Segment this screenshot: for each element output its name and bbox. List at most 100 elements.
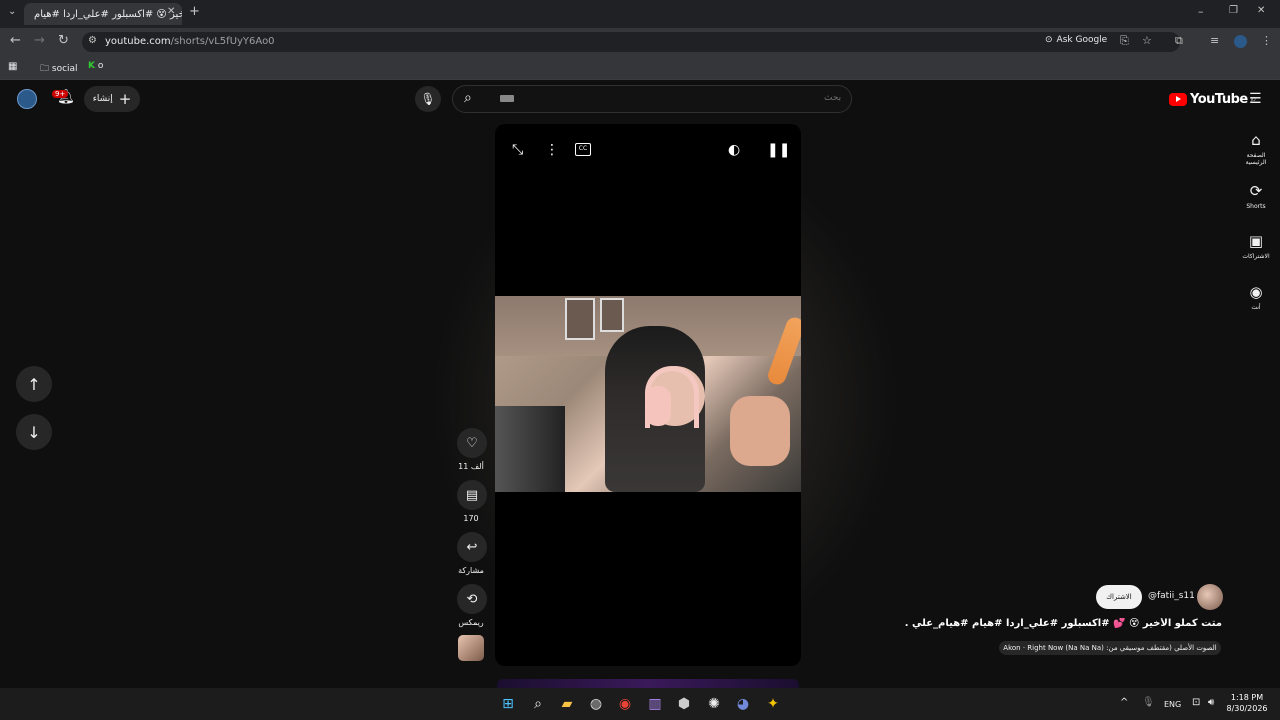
window-close-icon[interactable]: ✕ — [1257, 5, 1265, 16]
music-chip[interactable]: الصوت الأصلي (مقتطف موسيقي من: Akon · Ri… — [999, 641, 1221, 655]
app-icon-4[interactable]: ✦ — [764, 695, 782, 713]
media-control-icon[interactable]: ≡ — [1210, 34, 1219, 47]
next-short-button[interactable]: ↓ — [16, 414, 52, 450]
comment-icon: ▤ — [465, 487, 479, 503]
restore-icon[interactable]: ❐ — [1229, 5, 1238, 16]
wall-frame-left — [565, 298, 595, 340]
bookmark-folder-social[interactable]: 🗀 social — [40, 61, 78, 77]
next-short-preview[interactable] — [497, 679, 799, 688]
nav-you[interactable]: ◉ أنت — [1236, 283, 1276, 311]
lens-icon: ⊙ — [1045, 35, 1053, 45]
remix-button[interactable]: ⟲ — [457, 584, 487, 614]
app-icon-1[interactable]: ◍ — [587, 695, 605, 713]
account-icon: ◉ — [1249, 283, 1263, 301]
tray-microphone-icon[interactable]: 🎙︎ — [1142, 697, 1155, 708]
site-info-icon[interactable]: ⚙ — [88, 35, 97, 46]
channel-avatar[interactable] — [1197, 584, 1223, 610]
wall-frame-right — [600, 298, 624, 332]
reload-icon[interactable]: ↻ — [58, 33, 69, 48]
folder-icon: 🗀 — [40, 64, 50, 74]
tab-title: (260) متت كملو الأخير 😵 #اكسبلور #علي_ار… — [34, 8, 182, 20]
forward-icon[interactable]: → — [34, 33, 45, 48]
arrow-down-icon: ↓ — [27, 422, 41, 442]
comment-count: 170 — [463, 514, 479, 523]
search-icon[interactable]: ⌕ — [464, 90, 472, 106]
subscriptions-icon: ▣ — [1248, 232, 1264, 250]
chrome-icon[interactable]: ◉ — [616, 695, 634, 713]
language-indicator[interactable]: ENG — [1164, 700, 1181, 709]
chrome-menu-icon[interactable]: ⋮ — [1261, 34, 1272, 47]
speaker-object — [495, 406, 565, 492]
guide-menu-icon[interactable]: ☰ — [1249, 91, 1262, 107]
create-button[interactable]: إنشاء + — [84, 86, 140, 112]
share-icon: ↩ — [466, 539, 478, 555]
more-options-icon[interactable]: ⋮ — [545, 142, 559, 158]
account-avatar[interactable] — [17, 89, 37, 109]
bookmark-star-icon[interactable]: ☆ — [1142, 34, 1152, 47]
pause-icon[interactable]: ❚❚ — [767, 142, 790, 158]
sound-thumbnail[interactable] — [458, 635, 484, 661]
keyboard-icon[interactable] — [500, 95, 514, 102]
home-icon: ⌂ — [1251, 131, 1261, 149]
minimize-icon[interactable]: – — [1198, 5, 1204, 18]
fullscreen-icon[interactable]: ⤡ — [512, 142, 523, 158]
nav-shorts[interactable]: ⟳ Shorts — [1236, 182, 1276, 210]
heart-icon: ♡ — [466, 435, 478, 451]
close-tab-icon[interactable]: ✕ — [167, 6, 175, 17]
network-icon[interactable]: ⊡ — [1192, 697, 1200, 708]
start-icon[interactable]: ⊞ — [499, 695, 517, 713]
shorts-player[interactable] — [495, 124, 801, 666]
youtube-play-icon — [1169, 93, 1187, 106]
url-text[interactable]: youtube.com/shorts/vL5fUyY6Ao0 — [105, 36, 275, 47]
share-label: مشاركة — [458, 566, 484, 575]
install-app-icon[interactable]: ⎘ — [1120, 34, 1129, 48]
system-clock[interactable]: 1:18 PM 8/30/2026 — [1222, 692, 1272, 714]
bookmark-o[interactable]: K o — [88, 61, 103, 71]
like-button[interactable]: ♡ — [457, 428, 487, 458]
volume-tray-icon[interactable]: 🔊︎ — [1208, 697, 1214, 708]
taskbar-search-icon[interactable]: ⌕ — [529, 695, 547, 713]
nav-home[interactable]: ⌂ الصفحة الرئيسية — [1236, 131, 1276, 166]
windows-taskbar — [0, 688, 1280, 720]
volume-icon[interactable]: ◐ — [728, 142, 740, 158]
comment-button[interactable]: ▤ — [457, 480, 487, 510]
like-count: 11 ألف — [458, 462, 484, 471]
remix-icon: ⟲ — [466, 591, 478, 607]
headphone-cup — [645, 386, 671, 426]
app-icon-3[interactable]: ⬢ — [675, 695, 693, 713]
browser-tab[interactable]: (260) متت كملو الأخير 😵 #اكسبلور #علي_ار… — [24, 3, 182, 25]
captions-icon[interactable]: CC — [575, 143, 591, 156]
k-logo-icon: K — [88, 61, 95, 71]
youtube-logo[interactable]: YouTube JO — [1169, 92, 1256, 107]
arrow-up-icon: ↑ — [27, 374, 41, 394]
channel-name[interactable]: @fatii_s11 — [1148, 591, 1195, 601]
video-frame — [495, 296, 801, 492]
subscribe-button[interactable]: الاشتراك — [1096, 585, 1142, 609]
previous-short-button[interactable]: ↑ — [16, 366, 52, 402]
bookmarks-bar: ▦ 🗀 social K o — [0, 56, 1280, 80]
discord-icon[interactable]: ◕ — [734, 695, 752, 713]
extensions-icon[interactable]: ⧉ — [1175, 34, 1183, 48]
microphone-icon: 🎙︎ — [420, 92, 436, 106]
plus-icon: + — [118, 90, 132, 108]
chatgpt-icon[interactable]: ✺ — [705, 695, 723, 713]
apps-grid-icon[interactable]: ▦ — [8, 61, 17, 72]
ask-google-button[interactable]: ⊙ Ask Google — [1045, 35, 1107, 45]
profile-avatar[interactable] — [1234, 35, 1247, 48]
notification-badge: 9+ — [52, 90, 69, 98]
file-explorer-icon[interactable]: ▰ — [558, 695, 576, 713]
tab-bar: ⌄ (260) متت كملو الأخير 😵 #اكسبلور #علي_… — [0, 0, 1280, 28]
remix-label: ريمكس — [458, 618, 484, 627]
new-tab-icon[interactable]: + — [189, 4, 200, 19]
search-placeholder: بحث — [824, 93, 842, 103]
nav-subscriptions[interactable]: ▣ الاشتراكات — [1236, 232, 1276, 260]
back-icon[interactable]: ← — [10, 33, 21, 48]
voice-search-button[interactable]: 🎙︎ — [415, 86, 441, 112]
app-icon-2[interactable]: ▥ — [646, 695, 664, 713]
hand — [730, 396, 790, 466]
short-title[interactable]: متت كملو الأخير 😵 💕 #اكسبلور #علي_اردا #… — [904, 618, 1222, 629]
shorts-icon: ⟳ — [1249, 182, 1263, 200]
tab-search-chevron-icon[interactable]: ⌄ — [8, 6, 16, 17]
share-button[interactable]: ↩ — [457, 532, 487, 562]
tray-overflow-icon[interactable]: ^ — [1120, 697, 1128, 708]
